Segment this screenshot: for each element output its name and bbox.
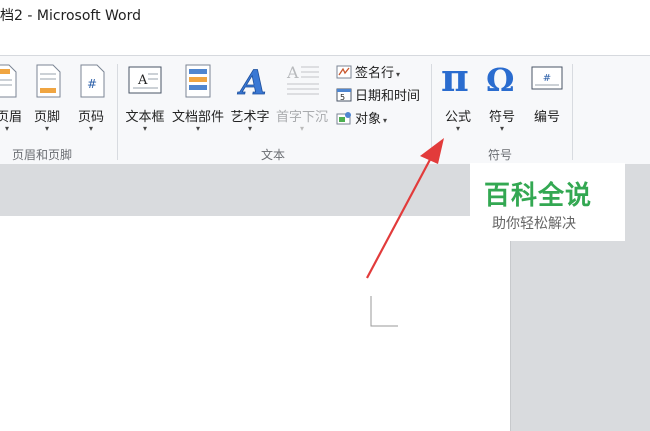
calendar-icon: 5: [336, 88, 352, 102]
footer-button[interactable]: 页脚 ▾: [30, 60, 64, 140]
watermark-title: 百科全说: [484, 181, 593, 211]
drop-cap-icon: A: [286, 63, 319, 95]
svg-text:#: #: [87, 77, 97, 91]
signature-dropdown-icon[interactable]: ▾: [396, 70, 400, 79]
wordart-icon: A: [237, 63, 266, 98]
symbol-label: 符号: [488, 110, 515, 125]
date-time-label: 日期和时间: [355, 89, 421, 104]
quick-parts-icon: [185, 64, 211, 98]
window-title: 档2 - Microsoft Word: [0, 8, 142, 24]
svg-text:A: A: [137, 73, 148, 88]
textbox-button[interactable]: A 文本框 ▾: [122, 60, 168, 140]
group-label-symbols: 符号: [488, 148, 513, 162]
page-number-button[interactable]: # 页码 ▾: [74, 60, 108, 140]
date-time-button[interactable]: 5 日期和时间: [336, 85, 420, 104]
arrow-head: [420, 138, 444, 164]
object-dropdown-icon[interactable]: ▾: [383, 116, 387, 125]
number-label: 编号: [533, 110, 560, 125]
equation-button[interactable]: π 公式 ▾: [437, 56, 479, 140]
svg-text:A: A: [237, 63, 266, 98]
footer-icon: [36, 64, 61, 98]
footer-dropdown-icon[interactable]: ▾: [30, 124, 64, 133]
number-icon: #: [531, 66, 563, 90]
quick-parts-label: 文档部件: [171, 110, 224, 125]
symbol-button[interactable]: Ω 符号 ▾: [482, 60, 522, 140]
arrow-shaft: [366, 153, 434, 279]
wordart-dropdown-icon[interactable]: ▾: [228, 124, 272, 133]
drop-cap-dropdown-icon[interactable]: ▾: [273, 124, 331, 133]
group-label-text: 文本: [261, 148, 286, 162]
watermark-badge: 百科全说 助你轻松解决: [470, 163, 625, 241]
header-icon: [0, 64, 17, 98]
textbox-dropdown-icon[interactable]: ▾: [122, 124, 168, 133]
watermark-subtitle: 助你轻松解决: [492, 216, 576, 232]
wordart-label: 艺术字: [230, 110, 270, 125]
svg-text:#: #: [543, 73, 551, 84]
header-button[interactable]: 页眉 ▾: [0, 60, 23, 140]
svg-text:A: A: [286, 63, 299, 82]
drop-cap-label: 首字下沉: [275, 110, 328, 125]
drop-cap-button[interactable]: A 首字下沉 ▾: [273, 60, 331, 140]
pi-icon: π: [441, 55, 469, 100]
signature-line-button[interactable]: 签名行 ▾: [336, 62, 400, 81]
object-button[interactable]: 对象 ▾: [336, 108, 387, 127]
quick-parts-dropdown-icon[interactable]: ▾: [169, 124, 227, 133]
signature-icon: [336, 65, 352, 79]
ribbon: 页眉 ▾ 页脚 ▾ # 页码 ▾ 页眉和页脚 A 文本框 ▾ 文档部件 ▾ A …: [0, 55, 650, 165]
margin-corner-mark: [370, 296, 398, 327]
object-label: 对象: [355, 112, 382, 127]
group-label-header-footer: 页眉和页脚: [12, 148, 73, 162]
object-icon: [336, 112, 351, 125]
signature-line-label: 签名行: [355, 66, 395, 81]
omega-icon: Ω: [486, 61, 515, 99]
group-separator: [572, 64, 573, 160]
footer-label: 页脚: [33, 110, 60, 125]
header-dropdown-icon[interactable]: ▾: [0, 124, 18, 133]
number-button[interactable]: # 编号: [527, 60, 567, 140]
equation-label: 公式: [444, 110, 471, 125]
textbox-icon: A: [128, 66, 162, 94]
textbox-label: 文本框: [125, 110, 165, 125]
page-number-label: 页码: [77, 110, 104, 125]
wordart-button[interactable]: A 艺术字 ▾: [228, 60, 272, 140]
symbol-dropdown-icon[interactable]: ▾: [482, 124, 522, 133]
red-arrow-annotation: [366, 138, 444, 279]
page-number-dropdown-icon[interactable]: ▾: [74, 124, 108, 133]
svg-text:5: 5: [340, 93, 345, 102]
page-number-icon: #: [80, 64, 105, 98]
header-label: 页眉: [0, 110, 23, 125]
quick-parts-button[interactable]: 文档部件 ▾: [169, 60, 227, 140]
group-separator: [117, 64, 118, 160]
